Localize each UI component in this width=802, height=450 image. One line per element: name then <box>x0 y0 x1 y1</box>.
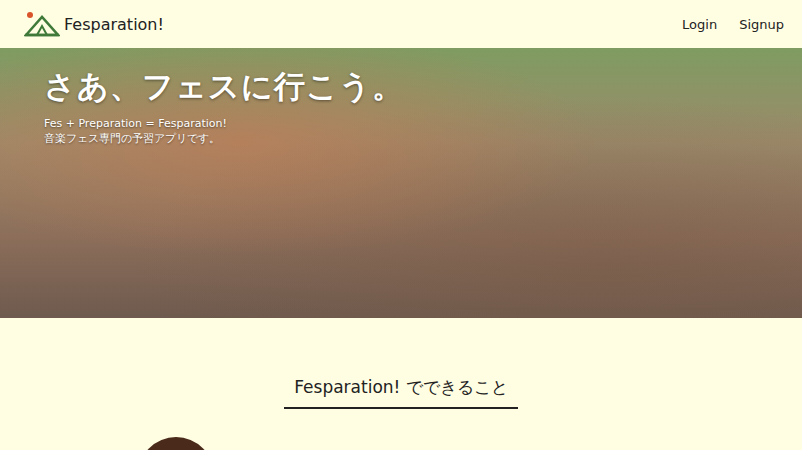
feature-row <box>0 409 802 450</box>
hero-subtitle: Fes + Preparation = Fesparation! <box>44 116 802 131</box>
hero-subtitle: 音楽フェス専門の予習アプリです。 <box>44 131 802 146</box>
brand-name: Fesparation! <box>64 15 164 34</box>
feature-circle-icon <box>138 437 214 450</box>
nav-link[interactable]: Login <box>682 17 717 32</box>
nav: Login Signup <box>682 17 784 32</box>
features-section: Fesparation! でできること <box>0 318 802 450</box>
section-title: Fesparation! でできること <box>284 376 518 409</box>
landing-page: Fesparation! Login Signup さあ、フェスに行こう。 Fes… <box>0 0 802 450</box>
header: Fesparation! Login Signup <box>0 0 802 48</box>
hero-text: さあ、フェスに行こう。 Fes + Preparation = Fesparat… <box>44 66 802 146</box>
brand-logo[interactable]: Fesparation! <box>24 11 164 37</box>
hero-title: さあ、フェスに行こう。 <box>44 66 802 108</box>
tent-icon <box>24 11 60 37</box>
hero-banner: さあ、フェスに行こう。 Fes + Preparation = Fesparat… <box>0 48 802 318</box>
nav-link[interactable]: Signup <box>739 17 784 32</box>
